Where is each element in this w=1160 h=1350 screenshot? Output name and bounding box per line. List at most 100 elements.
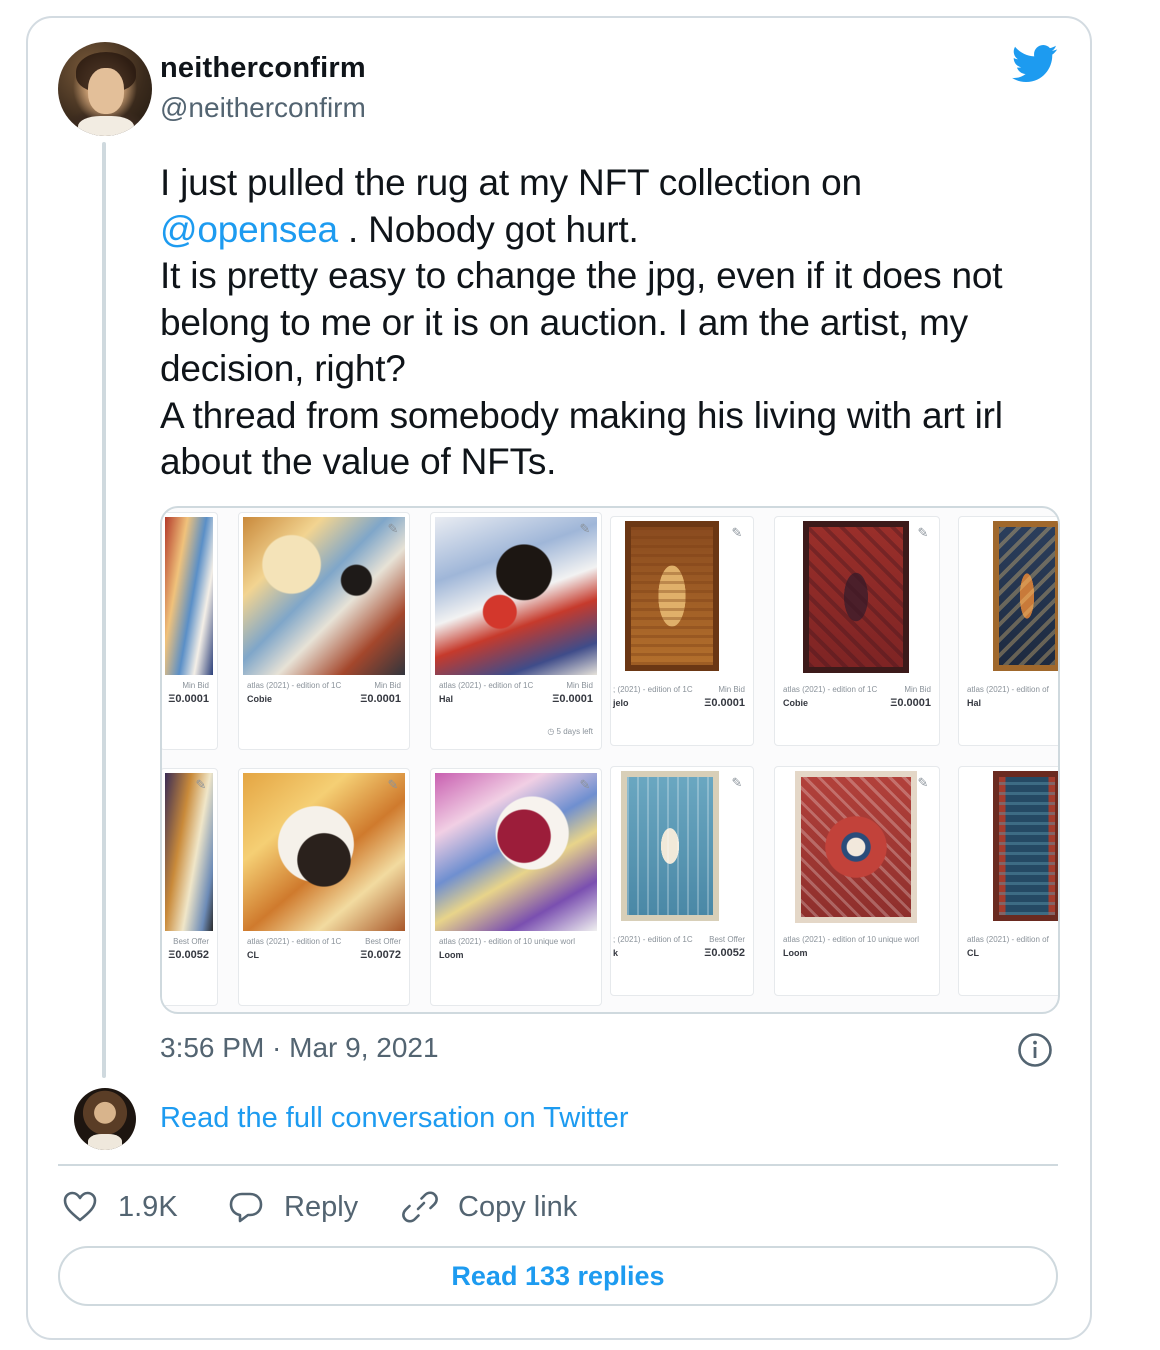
nft-artwork: [165, 773, 213, 931]
nft-artwork: [435, 773, 597, 931]
nft-tile[interactable]: ✎ atlas (2021) - edition of 1C Min Bid C…: [238, 512, 410, 750]
creator-name: CL: [247, 950, 259, 960]
price-label: Best Offer: [365, 937, 401, 946]
price-value: Ξ0.0001: [704, 697, 745, 709]
like-button[interactable]: 1.9K: [62, 1186, 178, 1228]
edition-text: atlas (2021) - edition of 1C: [247, 937, 342, 946]
edition-text: atlas (2021) - edition of 1C: [247, 681, 342, 690]
nft-tile[interactable]: ✎ atlas (2021) - edition of 1C Min Bid H…: [430, 512, 602, 750]
tweet-timestamp[interactable]: 3:56 PM · Mar 9, 2021: [160, 1032, 439, 1064]
conversation-avatar: [74, 1088, 136, 1150]
info-icon[interactable]: [1017, 1032, 1053, 1068]
price-value: Ξ0.0001: [552, 693, 593, 705]
copy-link-label: Copy link: [458, 1190, 578, 1223]
pencil-icon[interactable]: ✎: [729, 775, 745, 791]
price-label: Best Offer: [709, 935, 745, 944]
edition-text: ; (2021) - edition of 1C: [613, 685, 693, 694]
price-value: Ξ0.0001: [890, 697, 931, 709]
nft-artwork: [243, 773, 405, 931]
nft-artwork: [993, 771, 1058, 921]
price-label: Min Bid: [566, 681, 593, 690]
pencil-icon[interactable]: ✎: [915, 775, 931, 791]
read-replies-button[interactable]: Read 133 replies: [58, 1246, 1058, 1306]
tweet-line-4: belong to me or it is on auction. I am t…: [160, 301, 968, 343]
days-left-text: 5 days left: [556, 727, 593, 736]
nft-artwork: [993, 521, 1058, 671]
creator-name: Loom: [783, 948, 808, 958]
tweet-media-image[interactable]: Min Bid Ξ0.0001 ✎ atlas (2021) - edition…: [160, 506, 1060, 1014]
avatar-collar: [88, 1134, 122, 1150]
pencil-icon[interactable]: ✎: [729, 525, 745, 541]
creator-name: Hal: [439, 694, 454, 704]
creator-name: Cobie: [247, 694, 273, 704]
pencil-icon[interactable]: ✎: [385, 777, 401, 793]
time-left: ◷ 5 days left: [547, 727, 593, 736]
tweet-line-1: I just pulled the rug at my NFT collecti…: [160, 162, 862, 203]
link-icon: [402, 1191, 438, 1223]
price-value: Ξ0.0001: [168, 693, 209, 705]
nft-tile[interactable]: atlas (2021) - edition of CL: [958, 766, 1058, 996]
nft-tile[interactable]: ✎ Best Offer Ξ0.0052: [162, 768, 218, 1006]
nft-tile[interactable]: ✎ ; (2021) - edition of 1C Min Bid jelo …: [610, 516, 754, 746]
mention-link[interactable]: @opensea: [160, 209, 338, 250]
thread-line: [102, 142, 106, 1078]
read-full-conversation-link[interactable]: Read the full conversation on Twitter: [160, 1102, 629, 1135]
reply-button[interactable]: Reply: [228, 1186, 358, 1228]
avatar-collar: [78, 116, 134, 136]
nft-artwork: [621, 771, 719, 921]
tweet-line-6: A thread from somebody making his living…: [160, 394, 1003, 436]
tweet-line-5: decision, right?: [160, 348, 406, 389]
like-count: 1.9K: [118, 1190, 178, 1223]
edition-text: atlas (2021) - edition of 10 unique worl: [783, 935, 920, 944]
edition-text: atlas (2021) - edition of 1C: [783, 685, 878, 694]
nft-tile[interactable]: atlas (2021) - edition of Hal: [958, 516, 1058, 746]
tweet-line-2: @opensea . Nobody got hurt.: [160, 207, 1070, 254]
reply-label: Reply: [284, 1190, 359, 1223]
nft-tile[interactable]: ✎ atlas (2021) - edition of 10 unique wo…: [430, 768, 602, 1006]
nft-artwork: [625, 521, 719, 671]
nft-artwork: [803, 521, 909, 673]
nft-artwork: [795, 771, 917, 923]
pencil-icon[interactable]: ✎: [193, 777, 209, 793]
nft-artwork: [165, 517, 213, 675]
author-display-name[interactable]: neitherconfirm: [160, 52, 366, 85]
creator-name: Loom: [439, 950, 464, 960]
price-label: Min Bid: [904, 685, 931, 694]
price-value: Ξ0.0052: [704, 947, 745, 959]
price-label: Min Bid: [374, 681, 401, 690]
nft-tile[interactable]: Min Bid Ξ0.0001: [162, 512, 218, 750]
nft-artwork: [435, 517, 597, 675]
creator-name: jelo: [613, 698, 629, 708]
edition-text: atlas (2021) - edition of: [967, 935, 1049, 944]
pencil-icon[interactable]: ✎: [577, 521, 593, 537]
heart-icon: [63, 1191, 97, 1222]
pencil-icon[interactable]: ✎: [385, 521, 401, 537]
price-value: Ξ0.0072: [360, 949, 401, 961]
nft-tile[interactable]: ✎ atlas (2021) - edition of 10 unique wo…: [774, 766, 940, 996]
edition-text: atlas (2021) - edition of 1C: [439, 681, 534, 690]
pencil-icon[interactable]: ✎: [577, 777, 593, 793]
price-label: Best Offer: [173, 937, 209, 946]
clock-icon: ◷: [547, 727, 557, 736]
author-handle[interactable]: @neitherconfirm: [160, 92, 366, 124]
price-label: Min Bid: [182, 681, 209, 690]
tweet-line-3: It is pretty easy to change the jpg, eve…: [160, 255, 1003, 296]
nft-tile[interactable]: ✎ atlas (2021) - edition of 1C Min Bid C…: [774, 516, 940, 746]
pencil-icon[interactable]: ✎: [915, 525, 931, 541]
copy-link-button[interactable]: Copy link: [402, 1186, 577, 1228]
edition-text: atlas (2021) - edition of 10 unique worl: [439, 937, 576, 946]
nft-artwork: [243, 517, 405, 675]
nft-tile[interactable]: ✎ atlas (2021) - edition of 1C Best Offe…: [238, 768, 410, 1006]
author-avatar[interactable]: [58, 42, 152, 136]
price-value: Ξ0.0001: [360, 693, 401, 705]
creator-name: CL: [967, 948, 979, 958]
divider: [58, 1164, 1058, 1166]
twitter-bird-icon[interactable]: [1012, 44, 1058, 84]
edition-text: atlas (2021) - edition of: [967, 685, 1049, 694]
creator-name: Cobie: [783, 698, 809, 708]
tweet-line-7: about the value of NFTs.: [160, 441, 557, 482]
nft-tile[interactable]: ✎ ; (2021) - edition of 1C Best Offer k …: [610, 766, 754, 996]
price-value: Ξ0.0052: [168, 949, 209, 961]
tweet-text: I just pulled the rug at my NFT collecti…: [160, 160, 1070, 486]
avatar-face: [88, 68, 124, 114]
